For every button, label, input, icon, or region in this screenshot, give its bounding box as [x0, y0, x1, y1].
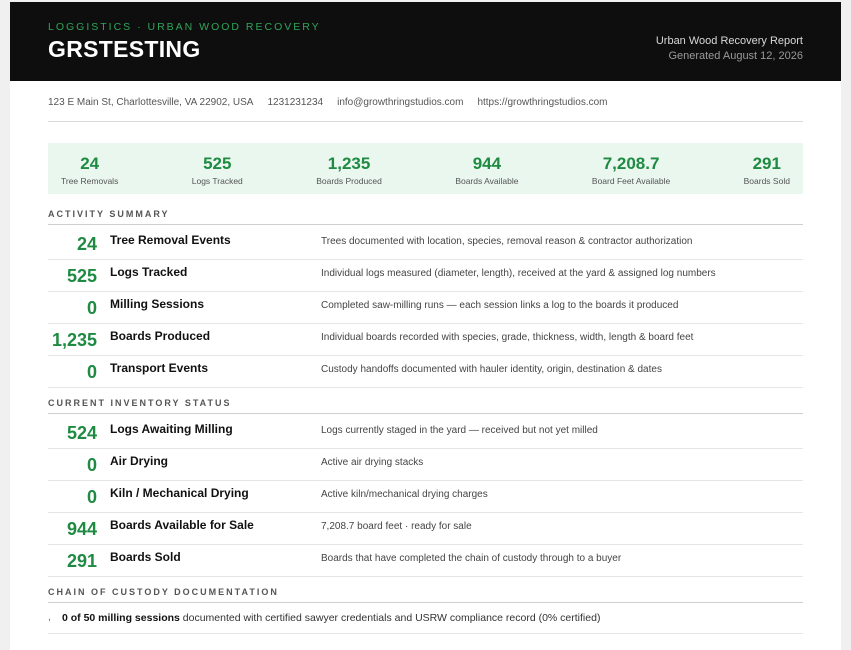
stat-boards-produced: 1,235 Boards Produced	[316, 143, 382, 194]
stat-label: Tree Removals	[61, 176, 119, 186]
stat-value: 1,235	[327, 154, 371, 173]
stat-value: 944	[472, 154, 502, 173]
row-label: Milling Sessions	[110, 297, 205, 311]
inventory-row: 291 Boards Sold Boards that have complet…	[48, 545, 803, 577]
row-label: Transport Events	[110, 361, 209, 375]
activity-row: 1,235 Boards Produced Individual boards …	[48, 324, 803, 356]
stats-strip: 24 Tree Removals 525 Logs Tracked 1,235 …	[48, 143, 803, 194]
stat-label: Logs Tracked	[191, 176, 243, 186]
row-value: 0	[86, 298, 97, 318]
stat-boards-sold: 291 Boards Sold	[744, 143, 790, 194]
activity-row: 24 Tree Removal Events Trees documented …	[48, 228, 803, 260]
report-name: Urban Wood Recovery Report	[655, 35, 803, 47]
row-description: Trees documented with location, species,…	[321, 236, 693, 247]
contact-phone: 1231231234	[267, 97, 324, 108]
row-value: 0	[86, 455, 97, 475]
activity-row: 0 Milling Sessions Completed saw-milling…	[48, 292, 803, 324]
row-description: Active kiln/mechanical drying charges	[321, 489, 488, 500]
row-label: Air Drying	[110, 454, 169, 468]
inventory-status-list: 524 Logs Awaiting Milling Logs currently…	[48, 417, 803, 577]
row-label: Logs Tracked	[110, 265, 188, 279]
contact-address: 123 E Main St, Charlottesville, VA 22902…	[48, 97, 254, 108]
stat-label: Boards Available	[455, 176, 519, 186]
custody-text: 0 of 50 milling sessions documented with…	[62, 612, 600, 624]
custody-description: documented with certified sawyer credent…	[179, 612, 601, 624]
row-value: 524	[66, 423, 97, 443]
stat-label: Board Feet Available	[591, 176, 671, 186]
inventory-row: 0 Air Drying Active air drying stacks	[48, 449, 803, 481]
custody-row: , 0 of 50 milling sessions documented wi…	[48, 603, 803, 634]
row-label: Boards Produced	[110, 329, 211, 343]
activity-summary-list: 24 Tree Removal Events Trees documented …	[48, 228, 803, 388]
row-description: Custody handoffs documented with hauler …	[321, 364, 662, 375]
stat-value: 24	[80, 154, 100, 173]
row-value: 1,235	[51, 330, 97, 350]
header-kicker: LOGGISTICS · URBAN WOOD RECOVERY	[48, 21, 321, 33]
contact-bar: 123 E Main St, Charlottesville, VA 22902…	[48, 97, 803, 122]
stat-logs-tracked: 525 Logs Tracked	[192, 143, 243, 194]
chain-of-custody-heading: CHAIN OF CUSTODY DOCUMENTATION	[48, 587, 803, 603]
row-description: Individual boards recorded with species,…	[321, 332, 694, 343]
stat-label: Boards Produced	[316, 176, 382, 186]
stat-board-feet-available: 7,208.7 Board Feet Available	[592, 143, 670, 194]
inventory-row: 944 Boards Available for Sale 7,208.7 bo…	[48, 513, 803, 545]
activity-row: 0 Transport Events Custody handoffs docu…	[48, 356, 803, 388]
stat-value: 525	[203, 154, 232, 173]
stat-value: 291	[752, 154, 781, 173]
report-page: LOGGISTICS · URBAN WOOD RECOVERY GRSTEST…	[10, 2, 841, 650]
inventory-row: 524 Logs Awaiting Milling Logs currently…	[48, 417, 803, 449]
row-description: 7,208.7 board feet · ready for sale	[321, 521, 472, 532]
custody-mark: ,	[48, 612, 51, 623]
stat-boards-available: 944 Boards Available	[455, 143, 518, 194]
contact-email[interactable]: info@growthringstudios.com	[337, 97, 463, 108]
row-description: Boards that have completed the chain of …	[321, 553, 622, 564]
stat-value: 7,208.7	[602, 154, 660, 173]
inventory-row: 0 Kiln / Mechanical Drying Active kiln/m…	[48, 481, 803, 513]
row-value: 24	[76, 234, 97, 254]
contact-website[interactable]: https://growthringstudios.com	[477, 97, 607, 108]
row-description: Logs currently staged in the yard — rece…	[321, 425, 598, 436]
row-label: Logs Awaiting Milling	[110, 422, 233, 436]
row-description: Individual logs measured (diameter, leng…	[321, 268, 716, 279]
row-value: 291	[66, 551, 97, 571]
row-description: Active air drying stacks	[321, 457, 424, 468]
row-label: Kiln / Mechanical Drying	[110, 486, 249, 500]
row-description: Completed saw-milling runs — each sessio…	[321, 300, 679, 311]
generated-date: Generated August 12, 2026	[668, 50, 803, 62]
activity-row: 525 Logs Tracked Individual logs measure…	[48, 260, 803, 292]
row-label: Tree Removal Events	[110, 233, 231, 247]
row-label: Boards Sold	[110, 550, 181, 564]
report-header: LOGGISTICS · URBAN WOOD RECOVERY GRSTEST…	[10, 2, 841, 81]
header-meta: Urban Wood Recovery Report Generated Aug…	[656, 35, 803, 62]
stat-tree-removals: 24 Tree Removals	[61, 143, 118, 194]
activity-summary-heading: ACTIVITY SUMMARY	[48, 209, 803, 225]
row-value: 525	[66, 266, 97, 286]
stat-label: Boards Sold	[743, 176, 790, 186]
row-value: 0	[86, 362, 97, 382]
row-value: 0	[86, 487, 97, 507]
row-value: 944	[66, 519, 97, 539]
custody-count: 0 of 50 milling sessions	[62, 612, 180, 624]
header-title: GRSTESTING	[48, 36, 201, 62]
row-label: Boards Available for Sale	[110, 518, 254, 532]
inventory-status-heading: CURRENT INVENTORY STATUS	[48, 398, 803, 414]
